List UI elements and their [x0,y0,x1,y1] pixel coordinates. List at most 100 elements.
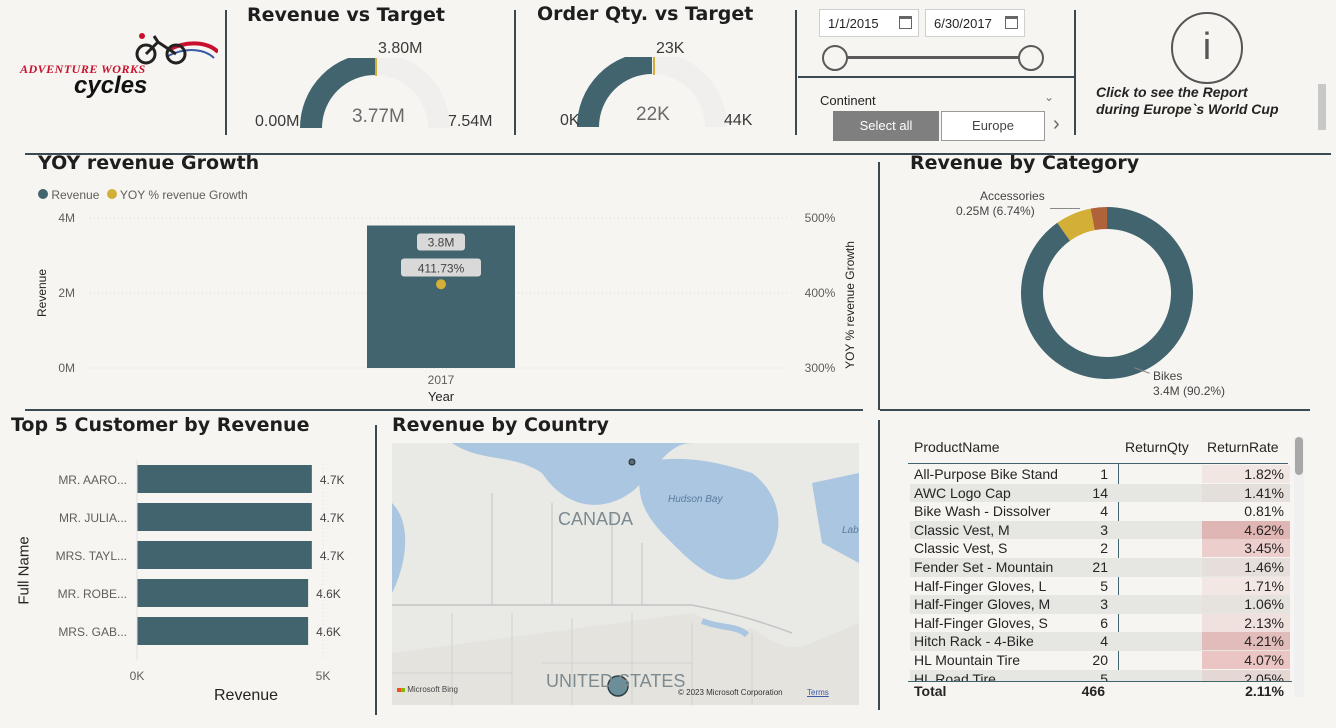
return-rate-cell: 1.71% [1202,576,1290,595]
revenue-gauge-value: 3.77M [352,106,405,127]
yoy-title: YOY revenue Growth [38,152,260,174]
table-row[interactable]: Half-Finger Gloves, S 6 2.13% [910,613,1290,633]
y-tick-label: 0M [58,361,75,375]
customers-title: Top 5 Customer by Revenue [11,414,310,436]
date-slider-start-handle[interactable] [822,45,848,71]
start-date-input[interactable]: 1/1/2015 [819,9,919,37]
y-tick-label: 2M [58,286,75,300]
info-text-line1: Click to see the Report [1096,84,1248,100]
return-rate-cell: 0.81% [1244,503,1284,520]
return-rate-cell: 2.13% [1202,613,1290,632]
table-row[interactable]: Bike Wash - Dissolver 4 0.81% [910,502,1290,521]
header-returnqty[interactable]: ReturnQty [1125,439,1189,455]
return-rate-cell: 1.06% [1202,595,1290,614]
customer-bar[interactable] [137,617,309,645]
map-label-lab: Lab [842,525,859,536]
yoy-data-label: 411.73% [418,262,465,276]
chevron-down-icon[interactable]: ⌄ [1044,90,1054,104]
yoy-point[interactable] [436,279,446,290]
header-product[interactable]: ProductName [914,439,1000,455]
table-row[interactable]: Half-Finger Gloves, M 3 1.06% [910,595,1290,614]
date-slider-track[interactable] [835,56,1031,59]
divider [795,10,797,135]
customers-ylabel: Full Name [15,536,33,605]
return-qty-cell: 1 [1100,466,1108,482]
divider [375,425,377,715]
customer-name-label: MRS. TAYL... [56,549,127,563]
info-text[interactable]: Click to see the Report during Europe`s … [1096,84,1279,118]
map-terms-link[interactable]: Terms [807,688,829,697]
return-rate-cell: 4.62% [1202,520,1290,539]
info-icon[interactable]: i [1171,12,1243,84]
header-returnrate[interactable]: ReturnRate [1207,439,1279,455]
divider [878,420,880,710]
accessories-label: Accessories [980,189,1045,203]
product-name-cell: Half-Finger Gloves, S [914,614,1048,631]
map-title: Revenue by Country [392,414,609,436]
table-scroll-thumb[interactable] [1295,437,1303,475]
return-rate-cell: 3.45% [1202,539,1290,558]
bing-logo: Microsoft Bing [397,685,458,694]
table-scrollbar[interactable] [1294,437,1304,697]
product-name-cell: Hitch Rack - 4-Bike [914,633,1034,650]
return-qty-cell: 21 [1092,559,1108,575]
y2-tick-label: 300% [805,361,836,375]
date-slider-end-handle[interactable] [1018,45,1044,71]
divider [225,10,227,135]
customer-bar[interactable] [137,579,309,607]
product-name-cell: All-Purpose Bike Stand [914,466,1058,482]
revenue-gauge-title: Revenue vs Target [247,4,445,26]
return-qty-cell: 4 [1100,633,1108,650]
bikes-value: 3.4M (90.2%) [1153,384,1226,398]
calendar-icon[interactable] [899,16,912,29]
order-gauge-min: 0K [560,112,580,129]
return-qty-cell: 2 [1100,540,1108,557]
map-view[interactable]: CANADA Hudson Bay Lab UNITED STATES Micr… [392,443,859,705]
customer-bar[interactable] [137,465,312,493]
return-qty-cell: 20 [1092,652,1108,668]
customer-name-label: MR. ROBE... [58,587,127,601]
y2-tick-label: 400% [805,286,836,300]
category-title: Revenue by Category [910,152,1140,174]
return-qty-cell: 14 [1092,484,1108,501]
order-gauge-value: 22K [636,104,670,125]
return-qty-cell: 4 [1100,503,1108,520]
europe-button[interactable]: Europe [941,111,1045,141]
product-name-cell: Classic Vest, S [914,540,1008,557]
x-axis-title: Year [428,389,455,404]
revenue-gauge-target: 3.80M [378,40,423,57]
table-row[interactable]: AWC Logo Cap 14 1.41% [910,483,1290,503]
returns-total-row: Total 466 2.11% [908,681,1292,705]
accessories-value: 0.25M (6.74%) [956,204,1035,218]
yoy-legend: Revenue YOY % revenue Growth [38,188,248,202]
country-bubble[interactable] [628,458,636,466]
table-row[interactable]: All-Purpose Bike Stand 1 1.82% [910,465,1290,484]
return-qty-cell: 6 [1100,614,1108,631]
calendar-icon[interactable] [1005,16,1018,29]
y2-tick-label: 500% [805,211,836,225]
start-date-text: 1/1/2015 [828,16,879,31]
return-qty-cell: 3 [1100,596,1108,613]
map-label-usa: UNITED STATES [546,671,686,691]
select-all-button[interactable]: Select all [833,111,939,141]
return-rate-cell: 4.07% [1202,651,1290,669]
info-text-line2: during Europe`s World Cup [1096,101,1279,117]
customers-xlabel: Revenue [214,687,279,704]
table-row[interactable]: Hitch Rack - 4-Bike 4 4.21% [910,632,1290,651]
table-row[interactable]: Half-Finger Gloves, L 5 1.71% [910,576,1290,596]
product-name-cell: Fender Set - Mountain [914,559,1054,575]
table-row[interactable]: Fender Set - Mountain 21 1.46% [910,558,1290,577]
customer-value-label: 4.7K [320,549,345,563]
end-date-input[interactable]: 6/30/2017 [925,9,1025,37]
customer-value-label: 4.7K [320,473,345,487]
customer-bar[interactable] [137,541,312,569]
map-label-hudson: Hudson Bay [668,494,723,505]
donut-slice-bikes[interactable] [1021,207,1193,379]
scrollbar[interactable] [1318,84,1326,130]
table-row[interactable]: Classic Vest, S 2 3.45% [910,539,1290,558]
customer-bar[interactable] [137,503,312,531]
table-row[interactable]: HL Mountain Tire 20 4.07% [910,651,1290,670]
y2-axis-title: YOY % revenue Growth [843,241,857,369]
chevron-right-icon[interactable]: › [1053,113,1060,136]
table-row[interactable]: Classic Vest, M 3 4.62% [910,520,1290,540]
